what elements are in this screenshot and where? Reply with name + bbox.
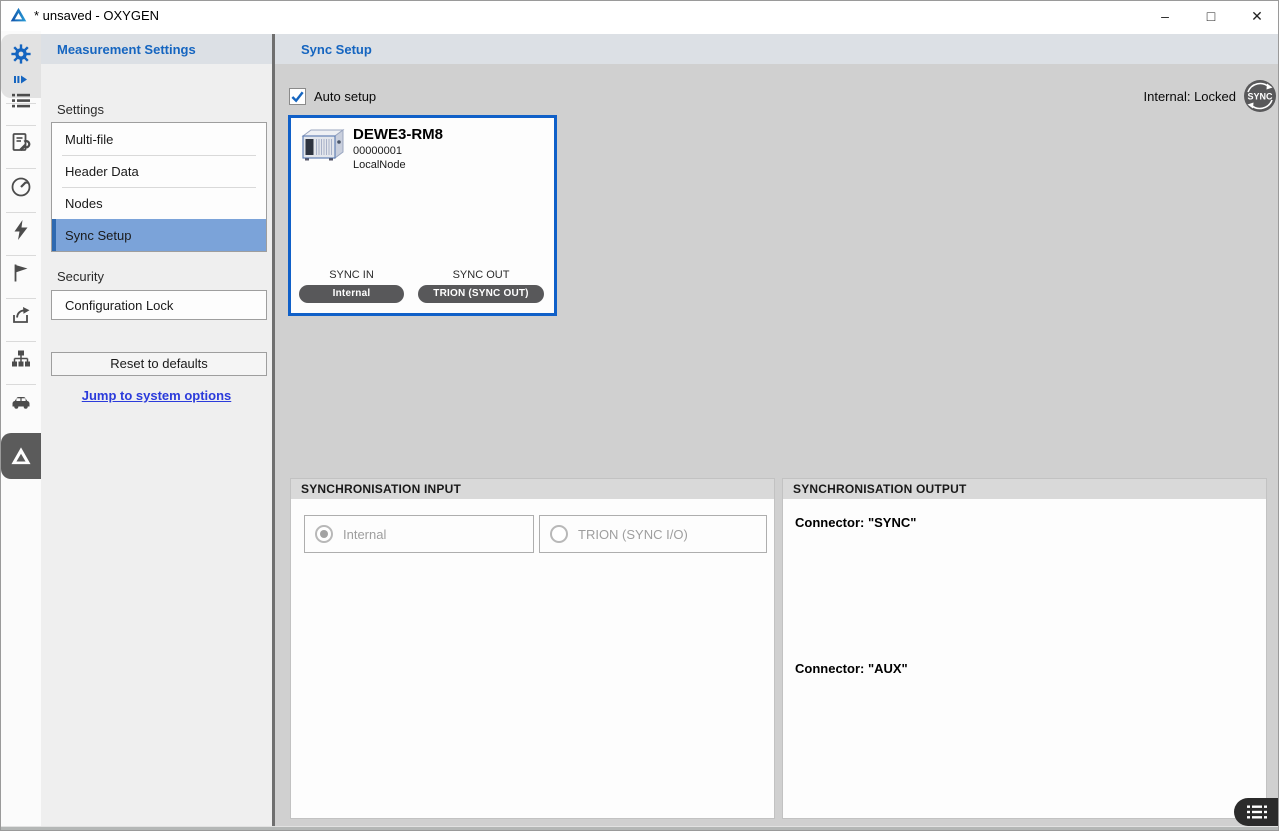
checkmark-icon — [290, 89, 305, 104]
sidebar-tab-report[interactable] — [9, 131, 33, 155]
settings-item-sync-setup[interactable]: Sync Setup — [52, 219, 266, 251]
sidebar-tab-vehicle[interactable] — [9, 390, 33, 414]
left-panel-header: Measurement Settings — [41, 34, 272, 64]
gear-icon — [9, 42, 33, 71]
sync-in-value-pill[interactable]: Internal — [299, 285, 404, 303]
synchronisation-input-panel: SYNCHRONISATION INPUT Internal TRION (SY… — [290, 478, 775, 819]
sync-input-title: SYNCHRONISATION INPUT — [291, 479, 774, 499]
sync-in-label: SYNC IN — [299, 269, 404, 281]
sync-output-title: SYNCHRONISATION OUTPUT — [783, 479, 1266, 499]
gauge-icon — [9, 175, 33, 199]
sync-out-value-pill[interactable]: TRION (SYNC OUT) — [418, 285, 544, 303]
device-node: LocalNode — [353, 158, 443, 172]
channel-list-button[interactable] — [1234, 798, 1279, 826]
divider — [6, 212, 36, 213]
close-button[interactable]: ✕ — [1234, 1, 1279, 31]
divider — [6, 125, 36, 126]
radio-label: TRION (SYNC I/O) — [578, 527, 688, 542]
maximize-button[interactable]: □ — [1188, 1, 1234, 31]
export-icon — [9, 304, 33, 328]
settings-list: Multi-file Header Data Nodes Sync Setup — [51, 122, 267, 252]
divider — [6, 298, 36, 299]
divider — [6, 341, 36, 342]
sync-setup-panel: Auto setup Internal: Locked SYNC — [275, 64, 1279, 826]
sidebar-tab-channel-list[interactable] — [9, 89, 33, 113]
divider — [6, 168, 36, 169]
sync-status-text: Internal: Locked — [1143, 89, 1236, 104]
car-icon — [9, 390, 33, 414]
sidebar — [1, 31, 41, 826]
measurement-settings-panel: Settings Multi-file Header Data Nodes Sy… — [41, 64, 272, 826]
flag-icon — [9, 261, 33, 285]
main-panel-header: Sync Setup — [275, 34, 1279, 64]
window-title: * unsaved - OXYGEN — [34, 8, 159, 23]
sidebar-tab-export[interactable] — [9, 304, 33, 328]
minimize-button[interactable]: – — [1142, 1, 1188, 31]
oxygen-window: * unsaved - OXYGEN – □ ✕ — [0, 0, 1279, 831]
channel-list-icon — [9, 89, 33, 113]
play-pause-indicator-icon — [14, 71, 28, 89]
device-chassis-icon — [297, 126, 347, 168]
settings-item-header-data[interactable]: Header Data — [52, 155, 266, 187]
window-bottom-frame — [1, 826, 1279, 831]
sidebar-tab-events[interactable] — [9, 261, 33, 285]
radio-label: Internal — [343, 527, 386, 542]
radio-unselected-icon — [550, 525, 568, 543]
title-bar: * unsaved - OXYGEN – □ ✕ — [1, 1, 1279, 34]
sidebar-tab-measurement[interactable] — [9, 175, 33, 199]
divider — [6, 255, 36, 256]
network-tree-icon — [9, 347, 33, 371]
sync-badge-icon: SYNC — [1243, 79, 1277, 113]
sidebar-tab-trigger[interactable] — [9, 218, 33, 242]
connector-sync-label: Connector: "SYNC" — [795, 515, 916, 530]
radio-selected-icon — [315, 525, 333, 543]
sync-badge-label: SYNC — [1247, 92, 1273, 102]
sidebar-tab-network[interactable] — [9, 347, 33, 371]
sidebar-tab-dewetron[interactable] — [1, 433, 41, 479]
sync-input-option-internal[interactable]: Internal — [304, 515, 534, 553]
security-section-label: Security — [57, 269, 104, 284]
settings-section-label: Settings — [57, 102, 104, 117]
dewetron-logo-icon — [10, 7, 27, 23]
device-name: DEWE3-RM8 — [353, 126, 443, 144]
jump-to-system-options-link[interactable]: Jump to system options — [41, 388, 272, 403]
lightning-icon — [9, 218, 33, 242]
channel-list-icon — [1245, 802, 1269, 822]
sync-out-label: SYNC OUT — [418, 269, 544, 281]
device-card[interactable]: DEWE3-RM8 00000001 LocalNode SYNC IN SYN… — [288, 115, 557, 316]
settings-item-nodes[interactable]: Nodes — [52, 187, 266, 219]
settings-item-multi-file[interactable]: Multi-file — [52, 123, 266, 155]
synchronisation-output-panel: SYNCHRONISATION OUTPUT Connector: "SYNC"… — [782, 478, 1267, 819]
device-serial: 00000001 — [353, 144, 443, 158]
security-list: Configuration Lock — [51, 290, 267, 320]
sync-input-option-trion[interactable]: TRION (SYNC I/O) — [539, 515, 767, 553]
divider — [6, 384, 36, 385]
security-item-configuration-lock[interactable]: Configuration Lock — [52, 291, 266, 319]
reset-to-defaults-button[interactable]: Reset to defaults — [51, 352, 267, 376]
connector-aux-label: Connector: "AUX" — [795, 661, 908, 676]
dewetron-logo-icon — [10, 446, 32, 466]
auto-setup-checkbox[interactable] — [289, 88, 306, 105]
auto-setup-label: Auto setup — [314, 89, 376, 104]
document-wrench-icon — [9, 131, 33, 155]
